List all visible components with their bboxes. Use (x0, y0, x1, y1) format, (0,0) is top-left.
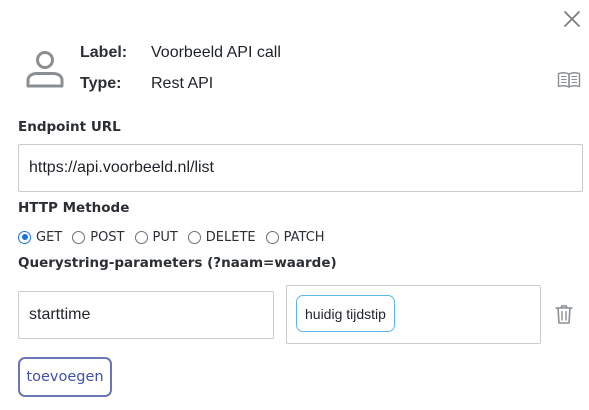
endpoint-url-input[interactable] (18, 144, 583, 192)
radio-post[interactable] (72, 230, 86, 244)
user-icon (24, 49, 66, 89)
method-label-delete: DELETE (205, 229, 256, 245)
querystring-label: Querystring-parameters (?naam=waarde) (18, 255, 337, 271)
param-name-input[interactable] (18, 291, 274, 339)
radio-delete[interactable] (187, 230, 201, 244)
radio-patch[interactable] (265, 230, 279, 244)
type-value: Rest API (151, 75, 214, 92)
type-key: Type: (80, 75, 122, 92)
http-method-label: HTTP Methode (18, 200, 130, 216)
book-icon (557, 72, 581, 88)
delete-param-button[interactable] (555, 304, 573, 324)
trash-icon (555, 305, 573, 324)
label-key: Label: (80, 44, 128, 61)
method-label-get: GET (36, 229, 63, 245)
param-value-field[interactable]: huidig tijdstip (286, 285, 541, 344)
add-param-button[interactable]: toevoegen (18, 357, 112, 397)
http-method-radio-group: GET POST PUT DELETE PATCH (18, 228, 335, 246)
method-label-post: POST (90, 229, 125, 245)
radio-put[interactable] (134, 230, 148, 244)
method-label-put: PUT (152, 229, 178, 245)
method-option-get[interactable]: GET (18, 230, 62, 245)
label-value: Voorbeeld API call (151, 44, 281, 61)
radio-get[interactable] (18, 230, 31, 244)
method-option-post[interactable]: POST (72, 229, 125, 245)
close-button[interactable] (562, 9, 582, 29)
method-label-patch: PATCH (283, 229, 325, 245)
method-option-patch[interactable]: PATCH (265, 229, 325, 245)
close-icon (564, 11, 580, 27)
param-value-chip[interactable]: huidig tijdstip (296, 295, 395, 332)
method-option-delete[interactable]: DELETE (187, 229, 256, 245)
endpoint-url-label: Endpoint URL (18, 119, 121, 135)
method-option-put[interactable]: PUT (134, 229, 178, 245)
docs-button[interactable] (557, 71, 581, 89)
